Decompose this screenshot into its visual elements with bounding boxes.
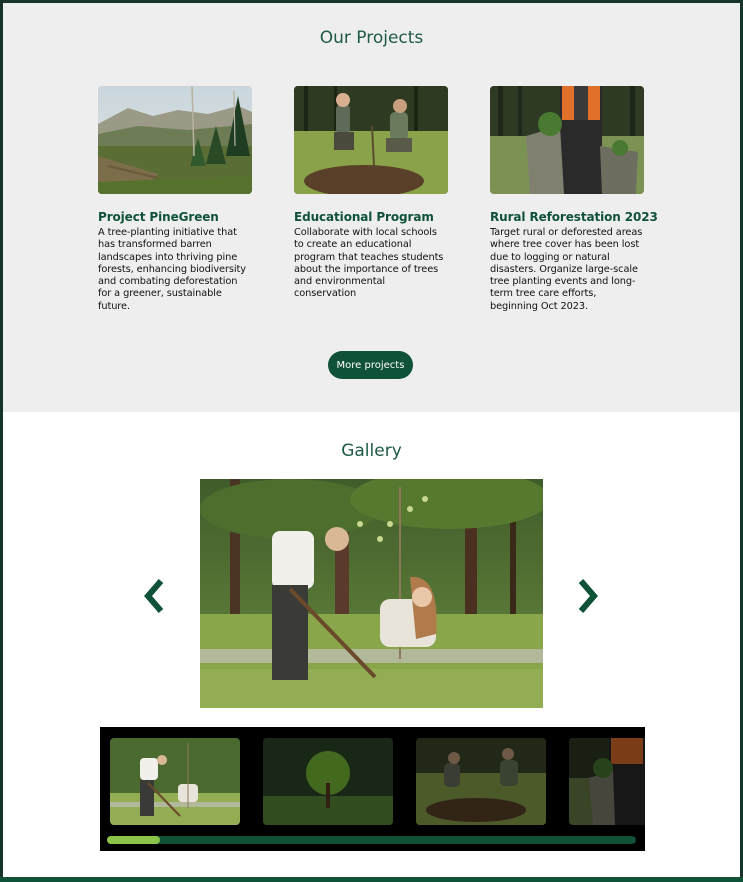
project-description: A tree-planting initiative that has tran… — [98, 227, 246, 312]
chevron-right-icon[interactable] — [576, 578, 600, 614]
page: Our Projects Project PineGreen A tree-pl… — [3, 3, 740, 879]
gallery-thumbnail[interactable] — [416, 738, 546, 825]
gallery-thumbnail[interactable] — [110, 738, 240, 825]
more-projects-button[interactable]: More projects — [328, 351, 413, 379]
gallery-thumbnail-strip[interactable] — [100, 727, 645, 851]
project-title: Project PineGreen — [98, 210, 219, 224]
project-image-pinegreen — [98, 86, 252, 194]
project-image-educational — [294, 86, 448, 194]
gallery-progress-bar[interactable] — [107, 836, 636, 844]
bottom-bar — [0, 877, 743, 882]
project-card-educational[interactable]: Educational Program Collaborate with loc… — [294, 86, 449, 301]
project-description: Target rural or deforested areas where t… — [490, 227, 643, 312]
chevron-left-icon[interactable] — [142, 578, 166, 614]
project-image-rural-reforestation — [490, 86, 644, 194]
project-card-rural-reforestation[interactable]: Rural Reforestation 2023 Target rural or… — [490, 86, 658, 313]
gallery-thumbnail[interactable] — [569, 738, 645, 825]
gallery-main-image — [200, 479, 543, 708]
project-title: Rural Reforestation 2023 — [490, 210, 658, 224]
gallery-thumbnail[interactable] — [263, 738, 393, 825]
project-card-pinegreen[interactable]: Project PineGreen A tree-planting initia… — [98, 86, 253, 313]
projects-title: Our Projects — [319, 28, 424, 48]
project-title: Educational Program — [294, 210, 434, 224]
project-description: Collaborate with local schools to create… — [294, 227, 444, 300]
projects-section: Our Projects Project PineGreen A tree-pl… — [3, 3, 740, 412]
gallery-progress-fill — [107, 836, 160, 844]
gallery-title: Gallery — [341, 441, 402, 461]
